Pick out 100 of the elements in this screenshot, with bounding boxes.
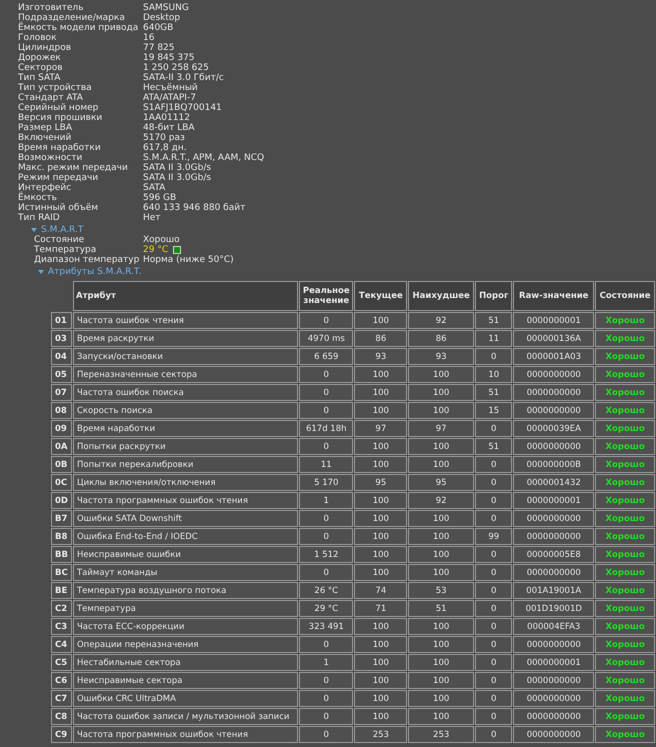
table-cell: 0000000001 [513, 312, 594, 329]
table-cell: 100 [354, 654, 408, 671]
table-cell: 100 [354, 690, 408, 707]
table-cell: 00000039EA [513, 420, 594, 437]
attribute-id-cell: C4 [51, 636, 72, 653]
status-cell: Хорошо [595, 402, 655, 419]
attribute-id-cell: 08 [51, 402, 72, 419]
smart-label: Состояние [34, 235, 86, 245]
property-value: 16 [143, 33, 154, 43]
status-cell: Хорошо [595, 564, 655, 581]
table-cell: 100 [354, 312, 408, 329]
table-cell: 10 [475, 366, 512, 383]
table-cell: 0000001A03 [513, 348, 594, 365]
table-cell: 51 [408, 600, 474, 617]
table-cell: 74 [354, 582, 408, 599]
status-cell: Хорошо [595, 708, 655, 725]
property-label: Ёмкость [18, 193, 57, 203]
table-cell: 97 [354, 420, 408, 437]
caret-icon[interactable] [31, 226, 37, 232]
table-cell: 323 491 [299, 618, 354, 635]
table-cell: 92 [408, 312, 474, 329]
column-header: Текущее [354, 281, 408, 311]
table-cell: 1 512 [299, 546, 354, 563]
smart-label: Температура [34, 245, 98, 255]
table-cell: Запуски/остановки [72, 348, 298, 365]
property-value: 640 133 946 880 байт [143, 203, 246, 213]
property-label: Дорожек [18, 53, 62, 63]
table-cell: 86 [354, 330, 408, 347]
table-cell: Частота ошибок чтения [72, 312, 298, 329]
caret-icon[interactable] [38, 268, 44, 274]
table-cell: 0 [299, 510, 354, 527]
property-value: 1 250 258 625 [143, 63, 209, 73]
status-cell: Хорошо [595, 582, 655, 599]
property-label: Режим передачи [18, 173, 100, 183]
status-cell: Хорошо [595, 654, 655, 671]
table-cell: Время наработки [72, 420, 298, 437]
table-cell: Неисправимые сектора [72, 672, 298, 689]
table-cell: 0 [475, 636, 512, 653]
status-cell: Хорошо [595, 510, 655, 527]
table-cell: 51 [475, 438, 512, 455]
section-title[interactable]: Атрибуты S.M.A.R.T. [48, 266, 142, 276]
property-value: SATA [143, 183, 166, 193]
table-cell: Частота ошибок поиска [72, 384, 298, 401]
table-cell: 0 [299, 384, 354, 401]
property-value: Несъёмный [143, 83, 198, 93]
table-cell: 100 [354, 546, 408, 563]
table-cell: 0 [299, 690, 354, 707]
table-cell: 001D19001D [513, 600, 594, 617]
table-cell: 0 [299, 402, 354, 419]
property-value: Desktop [143, 13, 180, 23]
attribute-id-cell: C9 [51, 726, 72, 743]
table-cell: 100 [354, 636, 408, 653]
table-cell: 100 [408, 690, 474, 707]
property-value: 640GB [143, 23, 174, 33]
table-cell: 95 [408, 474, 474, 491]
attribute-id-cell: 0B [51, 456, 72, 473]
table-cell: 100 [408, 636, 474, 653]
property-value: 1AA01112 [143, 113, 190, 123]
table-cell: 0 [299, 564, 354, 581]
smart-label: Диапазон температур [34, 255, 140, 265]
table-cell: 11 [299, 456, 354, 473]
attribute-id-cell: 01 [51, 312, 72, 329]
table-cell: Температура [72, 600, 298, 617]
column-header: Атрибут [72, 281, 298, 311]
table-cell: Попытки раскрутки [72, 438, 298, 455]
attribute-id-cell: BE [51, 582, 72, 599]
table-cell: Попытки перекалибровки [72, 456, 298, 473]
attribute-id-cell: B8 [51, 528, 72, 545]
table-cell: 51 [475, 384, 512, 401]
attribute-id-cell: C3 [51, 618, 72, 635]
status-cell: Хорошо [595, 474, 655, 491]
column-header: Raw-значение [513, 281, 594, 311]
table-cell: 0 [475, 672, 512, 689]
status-cell: Хорошо [595, 600, 655, 617]
table-cell: 100 [408, 672, 474, 689]
property-label: Подразделение/марка [18, 13, 126, 23]
table-cell: 0 [299, 726, 354, 743]
table-cell: Ошибки SATA Downshift [72, 510, 298, 527]
status-cell: Хорошо [595, 546, 655, 563]
column-header: Порог [475, 281, 512, 311]
attribute-id-cell: C5 [51, 654, 72, 671]
property-label: Стандарт ATA [18, 93, 84, 103]
attribute-id-cell: 03 [51, 330, 72, 347]
smart-value: Хорошо [143, 235, 180, 245]
table-cell: 253 [408, 726, 474, 743]
table-cell: 0000000000 [513, 726, 594, 743]
attribute-id-cell: C8 [51, 708, 72, 725]
table-cell: 0000000000 [513, 528, 594, 545]
section-title[interactable]: S.M.A.R.T [41, 224, 84, 234]
table-cell: 100 [408, 456, 474, 473]
table-cell: 0 [475, 726, 512, 743]
table-cell: 0000000001 [513, 654, 594, 671]
table-cell: Ошибка End-to-End / IOEDC [72, 528, 298, 545]
table-cell: 0000000000 [513, 384, 594, 401]
table-cell: 0 [299, 528, 354, 545]
table-cell: 51 [475, 312, 512, 329]
table-cell: 100 [408, 438, 474, 455]
table-cell: 0 [299, 636, 354, 653]
table-cell: Неисправимые ошибки [72, 546, 298, 563]
table-cell: 0 [475, 600, 512, 617]
